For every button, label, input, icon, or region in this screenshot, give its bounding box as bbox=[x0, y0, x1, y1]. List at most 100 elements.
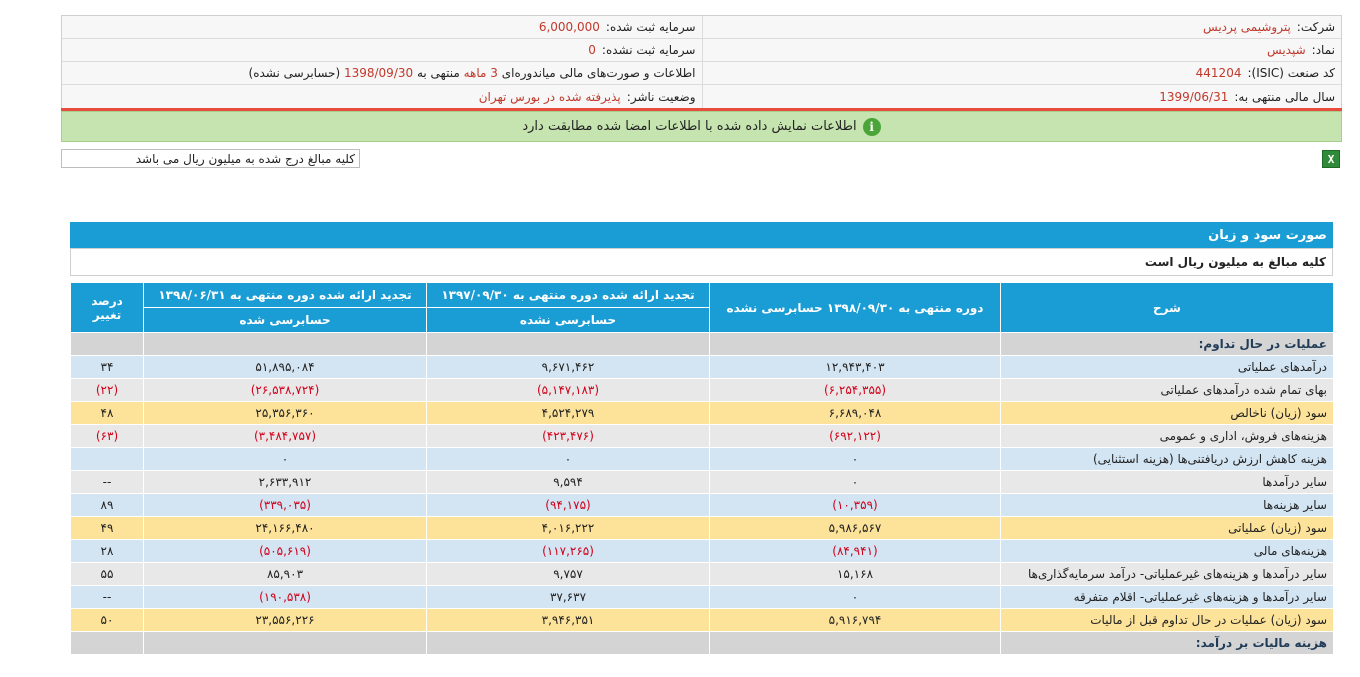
unregistered-capital-label: سرمایه ثبت نشده: bbox=[601, 43, 696, 57]
table-row: سایر هزینه‌ها (۱۰,۳۵۹) (۹۴,۱۷۵) (۳۳۹,۰۳۵) ۸۹ bbox=[70, 493, 1334, 517]
table-row: سود (زیان) عملیاتی ۵,۹۸۶,۵۶۷ ۴,۰۱۶,۲۲۲ ۲۴,۱… bbox=[70, 516, 1334, 540]
section-cell bbox=[426, 332, 710, 356]
cell-change: ۴۹ bbox=[70, 516, 144, 540]
cell-prev-period: (۵,۱۴۷,۱۸۳) bbox=[426, 378, 710, 402]
section-tax-label: هزینه مالیات بر درآمد: bbox=[1000, 631, 1334, 655]
fiscal-label: سال مالی منتهی به: bbox=[1234, 89, 1335, 104]
report-mid: منتهی به bbox=[416, 66, 460, 80]
cell-change: ۵۵ bbox=[70, 562, 144, 586]
statement-title: صورت سود و زیان bbox=[70, 222, 1333, 248]
cell-prev-period: ۳,۹۴۶,۳۵۱ bbox=[426, 608, 710, 632]
symbol-cell: نماد: شپدیس bbox=[701, 39, 1342, 61]
company-info-box: شرکت: پتروشیمی پردیس سرمایه ثبت شده: 6,0… bbox=[61, 15, 1342, 111]
cell-desc: هزینه‌های مالی bbox=[1000, 539, 1334, 563]
capital-cell: سرمایه ثبت شده: 6,000,000 bbox=[62, 16, 702, 38]
table-row: سایر درآمدها و هزینه‌های غیرعملیاتی- اقل… bbox=[70, 585, 1334, 609]
table-row: سایر درآمدها ۰ ۹,۵۹۴ ۲,۶۳۳,۹۱۲ -- bbox=[70, 470, 1334, 494]
cell-change: (۲۲) bbox=[70, 378, 144, 402]
col-desc: شرح bbox=[1000, 282, 1334, 333]
signature-notice: i اطلاعات نمایش داده شده با اطلاعات امضا… bbox=[61, 111, 1342, 142]
amounts-note-text: کلیه مبالغ درج شده به میلیون ریال می باش… bbox=[135, 151, 355, 166]
symbol-label: نماد: bbox=[1311, 43, 1335, 57]
cell-prev-year: ۲,۶۳۳,۹۱۲ bbox=[143, 470, 427, 494]
cell-change: -- bbox=[70, 585, 144, 609]
col-prev-year: تجدید ارائه شده دوره منتهی به ۱۳۹۸/۰۶/۳۱ bbox=[143, 282, 427, 308]
cell-desc: سود (زیان) ناخالص bbox=[1000, 401, 1334, 425]
cell-change: ۴۸ bbox=[70, 401, 144, 425]
cell-desc: درآمدهای عملیاتی bbox=[1000, 355, 1334, 379]
report-title-cell: اطلاعات و صورت‌های مالی میاندوره‌ای 3 ما… bbox=[62, 62, 702, 84]
col-prev-period: تجدید ارائه شده دوره منتهی به ۱۳۹۷/۰۹/۳۰ bbox=[426, 282, 710, 308]
report-period: 3 ماهه bbox=[463, 66, 498, 80]
report-date: 1398/09/30 bbox=[343, 66, 414, 80]
isic-label: کد صنعت (ISIC): bbox=[1247, 66, 1335, 80]
cell-current: ۶,۶۸۹,۰۴۸ bbox=[709, 401, 1001, 425]
info-row-symbol: نماد: شپدیس سرمایه ثبت نشده: 0 bbox=[62, 39, 1341, 62]
cell-prev-period: (۱۱۷,۲۶۵) bbox=[426, 539, 710, 563]
cell-current: ۱۲,۹۴۳,۴۰۳ bbox=[709, 355, 1001, 379]
info-row-fiscal: سال مالی منتهی به: 1399/06/31 وضعیت ناشر… bbox=[62, 85, 1341, 108]
excel-export-icon[interactable]: X bbox=[1322, 150, 1340, 168]
unregistered-capital-value: 0 bbox=[588, 43, 596, 57]
cell-current: ۵,۹۸۶,۵۶۷ bbox=[709, 516, 1001, 540]
col-current: دوره منتهی به ۱۳۹۸/۰۹/۳۰ حسابرسی نشده bbox=[709, 282, 1001, 333]
cell-prev-year: ۵۱,۸۹۵,۰۸۴ bbox=[143, 355, 427, 379]
cell-current: ۰ bbox=[709, 585, 1001, 609]
cell-prev-period: (۹۴,۱۷۵) bbox=[426, 493, 710, 517]
status-cell: وضعیت ناشر: پذیرفته شده در بورس تهران bbox=[62, 85, 702, 108]
status-label: وضعیت ناشر: bbox=[626, 89, 696, 104]
symbol-value[interactable]: شپدیس bbox=[1267, 43, 1306, 57]
section-cell bbox=[70, 332, 144, 356]
cell-change: ۲۸ bbox=[70, 539, 144, 563]
unregistered-capital-cell: سرمایه ثبت نشده: 0 bbox=[62, 39, 702, 61]
cell-prev-period: ۴,۰۱۶,۲۲۲ bbox=[426, 516, 710, 540]
statement-unit-note: کلیه مبالغ به میلیون ریال است bbox=[70, 248, 1333, 276]
table-body: عملیات در حال تداوم: درآمدهای عملیاتی ۱۲,… bbox=[70, 332, 1334, 655]
table-row: هزینه‌های مالی (۸۴,۹۴۱) (۱۱۷,۲۶۵) (۵۰۵,۶۱۹)… bbox=[70, 539, 1334, 563]
section-cell bbox=[709, 332, 1001, 356]
cell-current: ۰ bbox=[709, 447, 1001, 471]
cell-current: (۱۰,۳۵۹) bbox=[709, 493, 1001, 517]
cell-desc: سود (زیان) عملیات در حال تداوم قبل از ما… bbox=[1000, 608, 1334, 632]
amounts-note-box: کلیه مبالغ درج شده به میلیون ریال می باش… bbox=[61, 149, 360, 168]
col-change: درصد تغییر bbox=[70, 282, 144, 333]
cell-prev-year: (۳۳۹,۰۳۵) bbox=[143, 493, 427, 517]
info-row-isic: کد صنعت (ISIC): 441204 اطلاعات و صورت‌ها… bbox=[62, 62, 1341, 85]
cell-prev-year: ۰ bbox=[143, 447, 427, 471]
section-cell bbox=[709, 631, 1001, 655]
company-value: پتروشیمی پردیس bbox=[1203, 20, 1291, 34]
cell-prev-year: (۱۹۰,۵۳۸) bbox=[143, 585, 427, 609]
info-row-company: شرکت: پتروشیمی پردیس سرمایه ثبت شده: 6,0… bbox=[62, 16, 1341, 39]
cell-prev-year: (۵۰۵,۶۱۹) bbox=[143, 539, 427, 563]
cell-current: ۰ bbox=[709, 470, 1001, 494]
cell-prev-year: (۳,۴۸۴,۷۵۷) bbox=[143, 424, 427, 448]
status-value: پذیرفته شده در بورس تهران bbox=[478, 89, 621, 104]
cell-desc: هزینه‌های فروش، اداری و عمومی bbox=[1000, 424, 1334, 448]
cell-prev-year: ۸۵,۹۰۳ bbox=[143, 562, 427, 586]
section-cell bbox=[426, 631, 710, 655]
table-row: بهای تمام شده درآمدهای عملیاتی (۶,۲۵۴,۳۵۵… bbox=[70, 378, 1334, 402]
table-row: سود (زیان) عملیات در حال تداوم قبل از ما… bbox=[70, 608, 1334, 632]
section-row-tax: هزینه مالیات بر درآمد: bbox=[70, 631, 1334, 655]
section-row-ops: عملیات در حال تداوم: bbox=[70, 332, 1334, 356]
cell-desc: بهای تمام شده درآمدهای عملیاتی bbox=[1000, 378, 1334, 402]
cell-desc: سایر درآمدها و هزینه‌های غیرعملیاتی- اقل… bbox=[1000, 585, 1334, 609]
notice-text: اطلاعات نمایش داده شده با اطلاعات امضا ش… bbox=[522, 119, 857, 134]
cell-current: (۶,۲۵۴,۳۵۵) bbox=[709, 378, 1001, 402]
table-row: هزینه کاهش ارزش دریافتنی‌ها (هزینه استثن… bbox=[70, 447, 1334, 471]
cell-change: ۳۴ bbox=[70, 355, 144, 379]
report-prefix: اطلاعات و صورت‌های مالی میاندوره‌ای bbox=[501, 66, 696, 80]
fiscal-value: 1399/06/31 bbox=[1159, 89, 1229, 104]
cell-prev-year: ۲۳,۵۵۶,۲۲۶ bbox=[143, 608, 427, 632]
report-suffix: (حسابرسی نشده) bbox=[248, 66, 341, 80]
cell-change bbox=[70, 447, 144, 471]
cell-current: (۶۹۲,۱۲۲) bbox=[709, 424, 1001, 448]
cell-prev-period: (۴۲۳,۴۷۶) bbox=[426, 424, 710, 448]
cell-prev-period: ۴,۵۲۴,۲۷۹ bbox=[426, 401, 710, 425]
table-header-row: شرح دوره منتهی به ۱۳۹۸/۰۹/۳۰ حسابرسی نشد… bbox=[70, 282, 1334, 333]
cell-prev-year: ۲۴,۱۶۶,۴۸۰ bbox=[143, 516, 427, 540]
cell-desc: سایر هزینه‌ها bbox=[1000, 493, 1334, 517]
capital-value: 6,000,000 bbox=[538, 20, 600, 34]
fiscal-cell: سال مالی منتهی به: 1399/06/31 bbox=[701, 85, 1342, 108]
cell-desc: هزینه کاهش ارزش دریافتنی‌ها (هزینه استثن… bbox=[1000, 447, 1334, 471]
